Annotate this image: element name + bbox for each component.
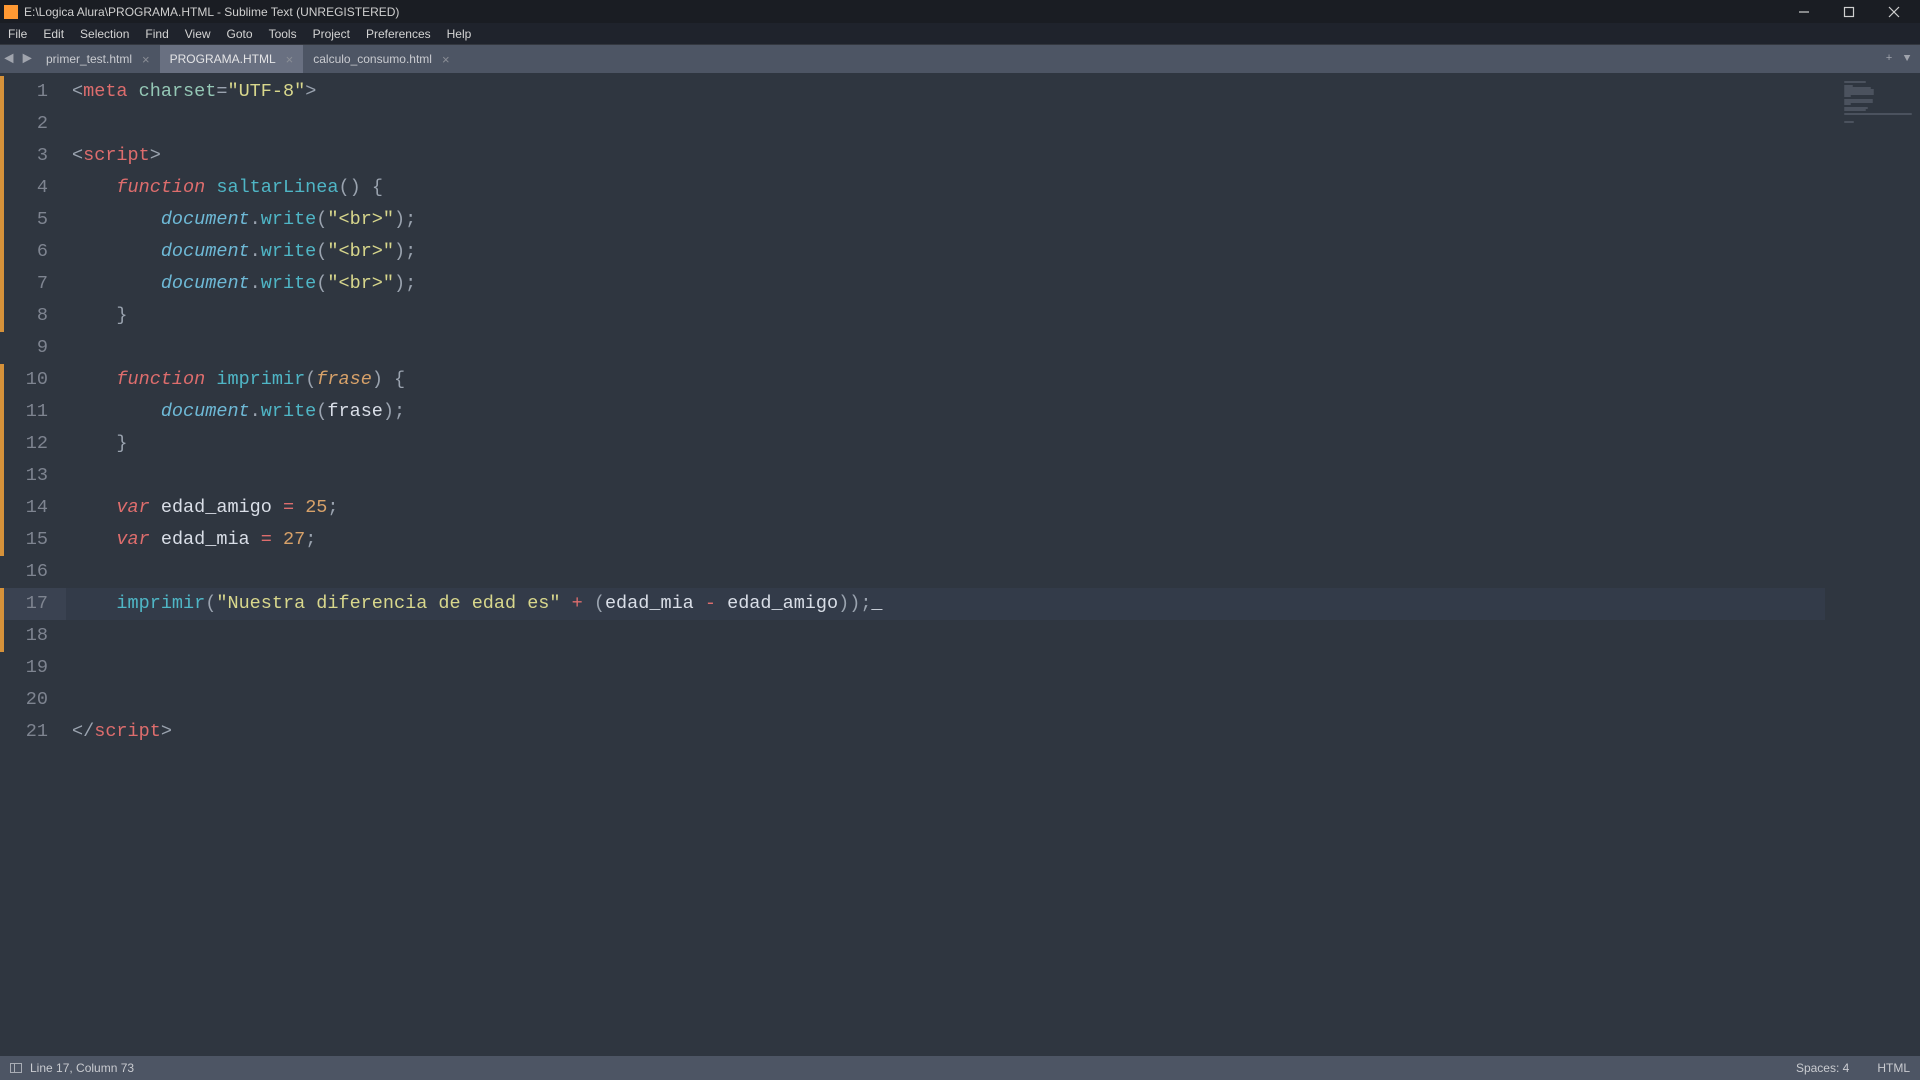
menu-tools[interactable]: Tools: [261, 23, 305, 44]
tab-calculo_consumo-html[interactable]: calculo_consumo.html ×: [303, 45, 459, 73]
code-line[interactable]: function saltarLinea() {: [66, 172, 1825, 204]
code-line[interactable]: [66, 620, 1825, 652]
line-number: 7: [0, 268, 66, 300]
menu-find[interactable]: Find: [137, 23, 176, 44]
line-number: 12: [0, 428, 66, 460]
code-line[interactable]: </script>: [66, 716, 1825, 748]
menu-selection[interactable]: Selection: [72, 23, 137, 44]
line-numbers-gutter: 123456789101112131415161718192021: [0, 73, 66, 1056]
close-icon[interactable]: ×: [442, 53, 450, 66]
tab-label: primer_test.html: [46, 52, 132, 66]
editor[interactable]: 123456789101112131415161718192021 <meta …: [0, 73, 1920, 1056]
code-line[interactable]: [66, 652, 1825, 684]
code-line[interactable]: imprimir("Nuestra diferencia de edad es"…: [66, 588, 1825, 620]
app-icon: [4, 5, 18, 19]
menu-file[interactable]: File: [0, 23, 35, 44]
code-line[interactable]: function imprimir(frase) {: [66, 364, 1825, 396]
code-line[interactable]: }: [66, 300, 1825, 332]
cursor-position[interactable]: Line 17, Column 73: [30, 1061, 134, 1075]
menu-edit[interactable]: Edit: [35, 23, 72, 44]
line-number: 21: [0, 716, 66, 748]
code-line[interactable]: <meta charset="UTF-8">: [66, 76, 1825, 108]
code-line[interactable]: [66, 108, 1825, 140]
line-number: 13: [0, 460, 66, 492]
close-button[interactable]: [1871, 0, 1916, 23]
line-number: 5: [0, 204, 66, 236]
line-number: 4: [0, 172, 66, 204]
line-number: 10: [0, 364, 66, 396]
menu-help[interactable]: Help: [439, 23, 480, 44]
minimize-button[interactable]: [1781, 0, 1826, 23]
panel-icon[interactable]: [10, 1063, 22, 1073]
line-number: 17: [0, 588, 66, 620]
close-icon[interactable]: ×: [286, 53, 294, 66]
indent-setting[interactable]: Spaces: 4: [1796, 1061, 1849, 1075]
code-line[interactable]: document.write("<br>");: [66, 204, 1825, 236]
line-number: 18: [0, 620, 66, 652]
menu-project[interactable]: Project: [305, 23, 358, 44]
code-line[interactable]: document.write("<br>");: [66, 236, 1825, 268]
code-line[interactable]: [66, 460, 1825, 492]
line-number: 3: [0, 140, 66, 172]
line-number: 1: [0, 76, 66, 108]
tab-dropdown-button[interactable]: ▼: [1900, 52, 1914, 66]
line-number: 2: [0, 108, 66, 140]
tab-primer_test-html[interactable]: primer_test.html ×: [36, 45, 160, 73]
menu-preferences[interactable]: Preferences: [358, 23, 439, 44]
line-number: 20: [0, 684, 66, 716]
menu-view[interactable]: View: [177, 23, 219, 44]
code-area[interactable]: <meta charset="UTF-8"> <script> function …: [66, 73, 1825, 1056]
line-number: 11: [0, 396, 66, 428]
minimap[interactable]: [1825, 73, 1920, 1056]
nav-forward-button[interactable]: ►: [18, 45, 36, 73]
code-line[interactable]: var edad_mia = 27;: [66, 524, 1825, 556]
window-title: E:\Logica Alura\PROGRAMA.HTML - Sublime …: [24, 5, 1781, 19]
code-line[interactable]: [66, 684, 1825, 716]
modified-marker: [0, 588, 4, 652]
tab-bar: ◄ ► primer_test.html×PROGRAMA.HTML×calcu…: [0, 45, 1920, 73]
code-line[interactable]: <script>: [66, 140, 1825, 172]
syntax-setting[interactable]: HTML: [1877, 1061, 1910, 1075]
line-number: 9: [0, 332, 66, 364]
line-number: 6: [0, 236, 66, 268]
code-line[interactable]: var edad_amigo = 25;: [66, 492, 1825, 524]
code-line[interactable]: document.write(frase);: [66, 396, 1825, 428]
line-number: 16: [0, 556, 66, 588]
close-icon[interactable]: ×: [142, 53, 150, 66]
line-number: 14: [0, 492, 66, 524]
tab-label: calculo_consumo.html: [313, 52, 432, 66]
line-number: 15: [0, 524, 66, 556]
line-number: 8: [0, 300, 66, 332]
new-tab-button[interactable]: +: [1882, 52, 1896, 66]
tab-PROGRAMA-HTML[interactable]: PROGRAMA.HTML ×: [160, 45, 304, 73]
modified-marker: [0, 364, 4, 556]
menu-goto[interactable]: Goto: [219, 23, 261, 44]
line-number: 19: [0, 652, 66, 684]
tab-label: PROGRAMA.HTML: [170, 52, 276, 66]
code-line[interactable]: [66, 332, 1825, 364]
code-line[interactable]: [66, 556, 1825, 588]
nav-back-button[interactable]: ◄: [0, 45, 18, 73]
modified-marker: [0, 76, 4, 332]
title-bar: E:\Logica Alura\PROGRAMA.HTML - Sublime …: [0, 0, 1920, 23]
code-line[interactable]: }: [66, 428, 1825, 460]
maximize-button[interactable]: [1826, 0, 1871, 23]
status-bar: Line 17, Column 73 Spaces: 4 HTML: [0, 1056, 1920, 1080]
menu-bar: FileEditSelectionFindViewGotoToolsProjec…: [0, 23, 1920, 45]
code-line[interactable]: document.write("<br>");: [66, 268, 1825, 300]
